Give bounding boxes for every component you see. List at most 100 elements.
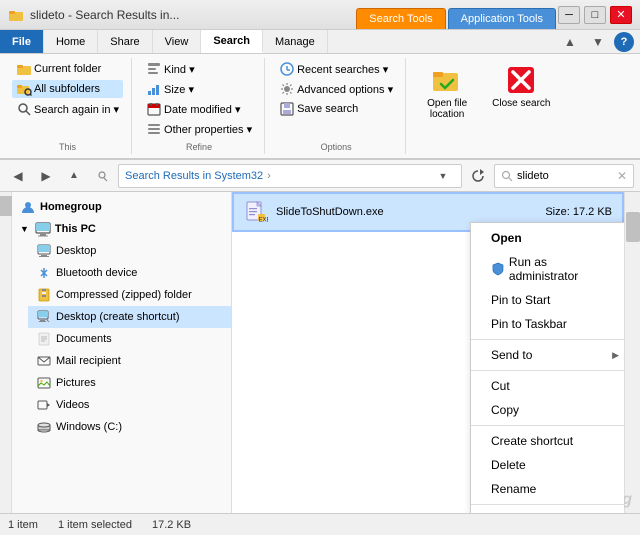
ribbon-group-refine-label: Refine [186, 142, 212, 152]
save-icon [279, 101, 295, 117]
mail-label: Mail recipient [56, 355, 121, 367]
tab-share[interactable]: Share [98, 30, 152, 53]
ribbon-group-this: Current folder All subfolders Search aga… [4, 58, 132, 154]
content-area[interactable]: EXE SlideToShutDown.exe Size: 17.2 KB Op… [232, 192, 624, 513]
help-button[interactable]: ? [614, 32, 634, 52]
search-tools-tab[interactable]: Search Tools [356, 8, 445, 29]
recent-searches-button[interactable]: Recent searches ▾ [275, 60, 397, 78]
application-tools-tab[interactable]: Application Tools [448, 8, 556, 29]
ctx-cut[interactable]: Cut [471, 374, 624, 398]
advanced-options-icon [279, 81, 295, 97]
kind-button[interactable]: Kind ▾ [142, 60, 256, 78]
sidebar-desktop[interactable]: Desktop [28, 240, 231, 262]
sidebar-bluetooth[interactable]: Bluetooth device [28, 262, 231, 284]
tab-home[interactable]: Home [44, 30, 98, 53]
file-name: SlideToShutDown.exe [276, 206, 524, 218]
ctx-sep-2 [471, 370, 624, 371]
svg-text:EXE: EXE [259, 218, 269, 224]
sidebar-pictures[interactable]: Pictures [28, 372, 231, 394]
videos-label: Videos [56, 399, 89, 411]
folder-search-icon [16, 81, 32, 97]
ctx-copy[interactable]: Copy [471, 398, 624, 422]
ctx-pin-start[interactable]: Pin to Start [471, 288, 624, 312]
ctx-sep-1 [471, 339, 624, 340]
status-size: 17.2 KB [152, 519, 191, 531]
ctx-run-as-admin[interactable]: Run as administrator [471, 250, 624, 288]
refresh-button[interactable] [466, 164, 490, 188]
ctx-sep-3 [471, 425, 624, 426]
save-search-button[interactable]: Save search [275, 100, 397, 118]
search-icon [16, 101, 32, 117]
open-file-location-icon [431, 64, 463, 96]
tab-view[interactable]: View [153, 30, 202, 53]
sidebar-this-pc[interactable]: ▼ This PC [12, 218, 231, 240]
nav-bar: ◀ ▶ ▲ Search Results in System32 › ▼ sli… [0, 160, 640, 192]
search-clear-button[interactable]: ✕ [617, 169, 627, 183]
sidebar-homegroup[interactable]: Homegroup [12, 196, 231, 218]
file-size: Size: 17.2 KB [532, 206, 612, 218]
ribbon-group-options: Recent searches ▾ Advanced options ▾ Sav… [267, 58, 406, 154]
sidebar-windows-c[interactable]: Windows (C:) [28, 416, 231, 438]
ctx-open-file-location[interactable]: Open file location [471, 508, 624, 513]
ribbon-scroll-down[interactable]: ▼ [586, 30, 610, 54]
homegroup-icon [20, 199, 36, 215]
sidebar-mail[interactable]: Mail recipient [28, 350, 231, 372]
content-scrollbar[interactable] [624, 192, 640, 513]
close-search-button[interactable]: Close search [486, 60, 556, 113]
status-selected: 1 item selected [58, 519, 132, 531]
this-pc-label: This PC [55, 223, 96, 235]
ctx-open[interactable]: Open [471, 226, 624, 250]
search-bar-icon [501, 170, 513, 182]
main-content: Homegroup ▼ This PC Desktop Bluetooth de… [0, 192, 640, 513]
sidebar-zip[interactable]: Compressed (zipped) folder [28, 284, 231, 306]
title-bar: slideto - Search Results in... Search To… [0, 0, 640, 30]
status-bar: 1 item 1 item selected 17.2 KB [0, 513, 640, 535]
current-folder-button[interactable]: Current folder [12, 60, 123, 78]
minimize-button[interactable]: ─ [558, 6, 580, 24]
ctx-rename[interactable]: Rename [471, 477, 624, 501]
date-modified-button[interactable]: Date modified ▾ [142, 100, 256, 118]
window-title: slideto - Search Results in... [30, 8, 346, 22]
sidebar-this-pc-group: Desktop Bluetooth device Compressed (zip… [12, 240, 231, 438]
up-button[interactable]: ▲ [62, 164, 86, 188]
address-dropdown[interactable]: ▼ [431, 164, 455, 188]
search-bar[interactable]: slideto ✕ [494, 164, 634, 188]
send-to-arrow: ▶ [612, 350, 619, 361]
scroll-thumb [0, 196, 13, 216]
ctx-pin-taskbar[interactable]: Pin to Taskbar [471, 312, 624, 336]
sidebar-scroll[interactable] [0, 192, 12, 513]
mail-icon [36, 353, 52, 369]
other-properties-button[interactable]: Other properties ▾ [142, 120, 256, 138]
maximize-button[interactable]: □ [584, 6, 606, 24]
sidebar-desktop-shortcut[interactable]: Desktop (create shortcut) [28, 306, 231, 328]
ribbon: File Home Share View Search Manage ▲ ▼ ?… [0, 30, 640, 160]
open-file-location-button[interactable]: Open file location [416, 60, 478, 124]
location-icon [90, 164, 114, 188]
desktop-icon [36, 243, 52, 259]
folder-icon [16, 61, 32, 77]
ribbon-scroll-up[interactable]: ▲ [558, 30, 582, 54]
status-count: 1 item [8, 519, 38, 531]
ribbon-content: Current folder All subfolders Search aga… [0, 54, 640, 158]
ctx-delete[interactable]: Delete [471, 453, 624, 477]
search-again-button[interactable]: Search again in ▾ [12, 100, 123, 118]
windows-c-label: Windows (C:) [56, 421, 122, 433]
pictures-icon [36, 375, 52, 391]
tab-manage[interactable]: Manage [263, 30, 328, 53]
ctx-send-to[interactable]: Send to ▶ [471, 343, 624, 367]
advanced-options-button[interactable]: Advanced options ▾ [275, 80, 397, 98]
ctx-create-shortcut[interactable]: Create shortcut [471, 429, 624, 453]
sidebar-videos[interactable]: Videos [28, 394, 231, 416]
all-subfolders-button[interactable]: All subfolders [12, 80, 123, 98]
forward-button[interactable]: ▶ [34, 164, 58, 188]
tab-search[interactable]: Search [201, 30, 263, 53]
sidebar-documents[interactable]: Documents [28, 328, 231, 350]
address-bar[interactable]: Search Results in System32 › ▼ [118, 164, 462, 188]
close-button[interactable]: ✕ [610, 6, 632, 24]
size-button[interactable]: Size ▾ [142, 80, 256, 98]
back-button[interactable]: ◀ [6, 164, 30, 188]
tab-file[interactable]: File [0, 30, 44, 53]
close-search-icon [505, 64, 537, 96]
size-icon [146, 81, 162, 97]
ribbon-tab-group: Search Tools Application Tools [356, 0, 558, 29]
